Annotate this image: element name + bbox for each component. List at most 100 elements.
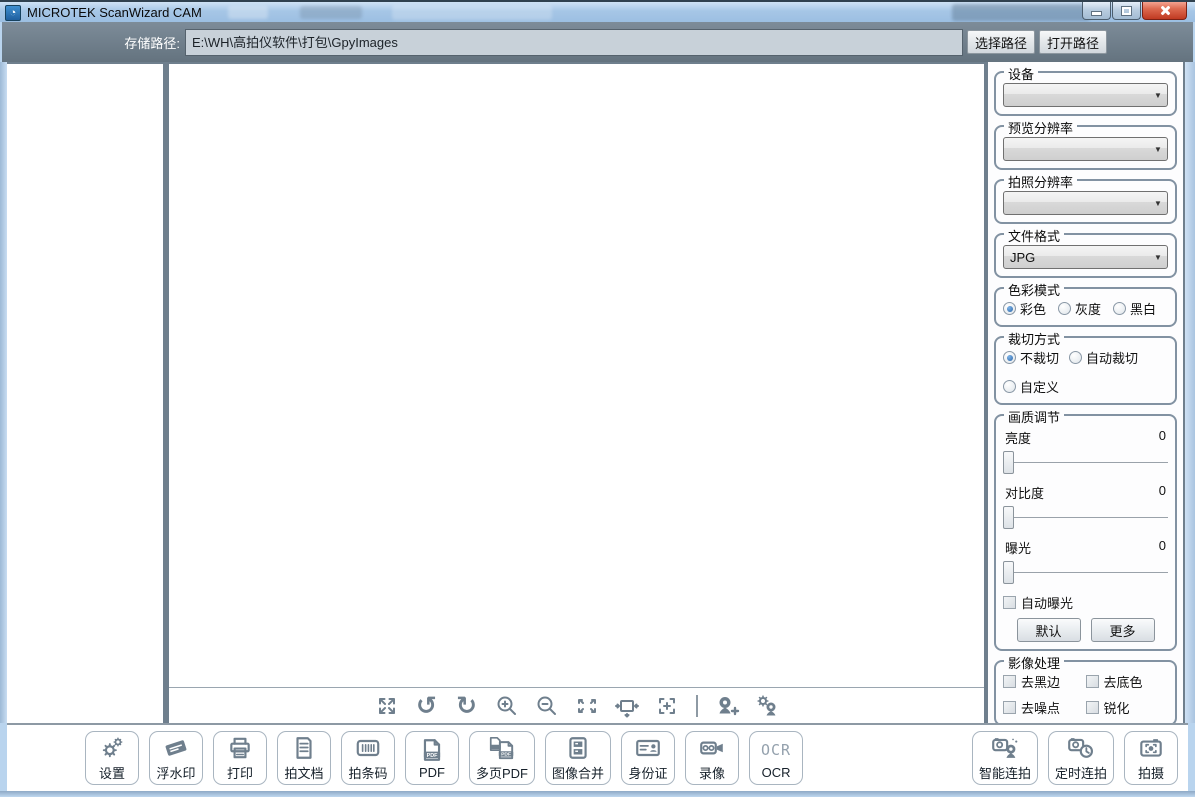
minimize-icon <box>1091 11 1102 16</box>
brightness-slider[interactable] <box>1003 451 1168 475</box>
zoom-in-icon[interactable] <box>494 693 520 719</box>
default-button[interactable]: 默认 <box>1017 618 1081 642</box>
contrast-value: 0 <box>1159 483 1166 502</box>
focus-icon[interactable] <box>654 693 680 719</box>
image-merge-button[interactable]: 图像合并 <box>545 731 611 785</box>
print-button[interactable]: 打印 <box>213 731 267 785</box>
denoise-checkbox[interactable]: 去噪点 <box>1003 698 1086 717</box>
preview-toolbar: ↺ ↻ <box>169 687 984 723</box>
radio-custom-crop[interactable]: 自定义 <box>1003 377 1059 396</box>
id-card-button[interactable]: 身份证 <box>621 731 675 785</box>
processing-label: 影像处理 <box>1004 653 1064 672</box>
radio-icon <box>1003 380 1016 393</box>
main-area: ↺ ↻ <box>0 62 1195 723</box>
remove-black-edge-checkbox[interactable]: 去黑边 <box>1003 672 1086 691</box>
svg-text:PDF: PDF <box>501 751 511 757</box>
crop-mode-label: 裁切方式 <box>1004 329 1064 348</box>
exposure-slider[interactable] <box>1003 561 1168 585</box>
record-video-button[interactable]: 录像 <box>685 731 739 785</box>
open-path-button[interactable]: 打开路径 <box>1039 30 1107 54</box>
capture-camera-icon <box>1137 735 1165 761</box>
choose-path-button[interactable]: 选择路径 <box>967 30 1035 54</box>
actual-size-icon[interactable] <box>614 693 640 719</box>
brightness-label: 亮度 <box>1005 428 1031 447</box>
maximize-button[interactable] <box>1112 2 1141 20</box>
app-window: ◔ MICROTEK ScanWizard CAM 存储路径: E:\WH\高拍… <box>0 0 1195 797</box>
remove-background-checkbox[interactable]: 去底色 <box>1086 672 1169 691</box>
camera-settings-icon[interactable] <box>754 693 780 719</box>
chevron-down-icon: ▼ <box>1149 91 1167 100</box>
quality-group: 画质调节 亮度0 对比度0 曝光0 自动曝光 默认 更多 <box>994 414 1177 651</box>
file-format-select[interactable]: JPG ▼ <box>1003 245 1168 269</box>
radio-icon <box>1058 302 1071 315</box>
capture-barcode-button[interactable]: 拍条码 <box>341 731 395 785</box>
checkbox-icon <box>1003 596 1016 609</box>
radio-no-crop[interactable]: 不裁切 <box>1003 348 1059 367</box>
rotate-right-icon[interactable]: ↻ <box>454 693 480 719</box>
app-icon: ◔ <box>5 5 21 21</box>
contrast-label: 对比度 <box>1005 483 1044 502</box>
timed-burst-button[interactable]: 定时连拍 <box>1048 731 1114 785</box>
add-camera-icon[interactable] <box>714 693 740 719</box>
fit-screen-icon[interactable] <box>574 693 600 719</box>
smart-burst-icon <box>990 735 1020 761</box>
settings-panel: 设备 ▼ 预览分辨率 ▼ 拍照分辨率 ▼ <box>988 62 1183 723</box>
color-mode-group: 色彩模式 彩色 灰度 黑白 <box>994 287 1177 327</box>
document-icon <box>291 735 317 761</box>
color-mode-label: 色彩模式 <box>1004 280 1064 299</box>
preview-resolution-select[interactable]: ▼ <box>1003 137 1168 161</box>
video-camera-icon <box>698 735 726 761</box>
gears-icon <box>99 735 125 761</box>
file-format-group: 文件格式 JPG ▼ <box>994 233 1177 278</box>
device-select[interactable]: ▼ <box>1003 83 1168 107</box>
svg-text:PDF: PDF <box>427 752 439 758</box>
radio-gray[interactable]: 灰度 <box>1058 299 1101 318</box>
window-edge-right <box>1185 62 1195 723</box>
thumbnail-list-panel[interactable] <box>7 64 163 723</box>
storage-path-input[interactable]: E:\WH\高拍仪软件\打包\GpyImages <box>185 29 963 56</box>
sharpen-checkbox[interactable]: 锐化 <box>1086 698 1169 717</box>
exposure-value: 0 <box>1159 538 1166 557</box>
radio-color[interactable]: 彩色 <box>1003 299 1046 318</box>
action-bar: 设置 浮水印 打印 拍文档 拍条码 PDF PDF <box>7 723 1188 791</box>
more-button[interactable]: 更多 <box>1091 618 1155 642</box>
radio-icon <box>1003 351 1016 364</box>
watermark-button[interactable]: 浮水印 <box>149 731 203 785</box>
maximize-icon <box>1122 7 1131 15</box>
chevron-down-icon: ▼ <box>1149 253 1167 262</box>
capture-button[interactable]: 拍摄 <box>1124 731 1178 785</box>
ocr-button[interactable]: OCR OCR <box>749 731 803 785</box>
quality-label: 画质调节 <box>1004 407 1064 426</box>
smart-burst-button[interactable]: 智能连拍 <box>972 731 1038 785</box>
auto-exposure-checkbox[interactable]: 自动曝光 <box>1003 593 1168 612</box>
file-format-label: 文件格式 <box>1004 226 1064 245</box>
titlebar-ghost <box>952 4 1090 21</box>
minimize-button[interactable] <box>1082 2 1111 20</box>
radio-auto-crop[interactable]: 自动裁切 <box>1069 348 1138 367</box>
zoom-out-icon[interactable] <box>534 693 560 719</box>
printer-icon <box>227 735 253 761</box>
brightness-value: 0 <box>1159 428 1166 447</box>
multi-page-pdf-button[interactable]: PDF 多页PDF <box>469 731 535 785</box>
pdf-button[interactable]: PDF PDF <box>405 731 459 785</box>
slider-thumb[interactable] <box>1003 451 1014 474</box>
fit-expand-icon[interactable] <box>374 693 400 719</box>
preview-canvas[interactable]: ↺ ↻ <box>169 64 984 723</box>
slider-thumb[interactable] <box>1003 506 1014 529</box>
checkbox-icon <box>1086 701 1099 714</box>
photo-resolution-select[interactable]: ▼ <box>1003 191 1168 215</box>
photo-resolution-label: 拍照分辨率 <box>1004 172 1077 191</box>
toolbar-separator <box>696 695 698 717</box>
window-edge-bottom <box>0 791 1195 797</box>
rotate-left-icon[interactable]: ↺ <box>414 693 440 719</box>
device-group: 设备 ▼ <box>994 71 1177 116</box>
settings-button[interactable]: 设置 <box>85 731 139 785</box>
slider-thumb[interactable] <box>1003 561 1014 584</box>
radio-bw[interactable]: 黑白 <box>1113 299 1156 318</box>
capture-document-button[interactable]: 拍文档 <box>277 731 331 785</box>
close-button[interactable] <box>1142 2 1187 20</box>
radio-icon <box>1113 302 1126 315</box>
watermark-stamp-icon <box>161 735 191 761</box>
window-edge-left <box>0 62 7 723</box>
contrast-slider[interactable] <box>1003 506 1168 530</box>
